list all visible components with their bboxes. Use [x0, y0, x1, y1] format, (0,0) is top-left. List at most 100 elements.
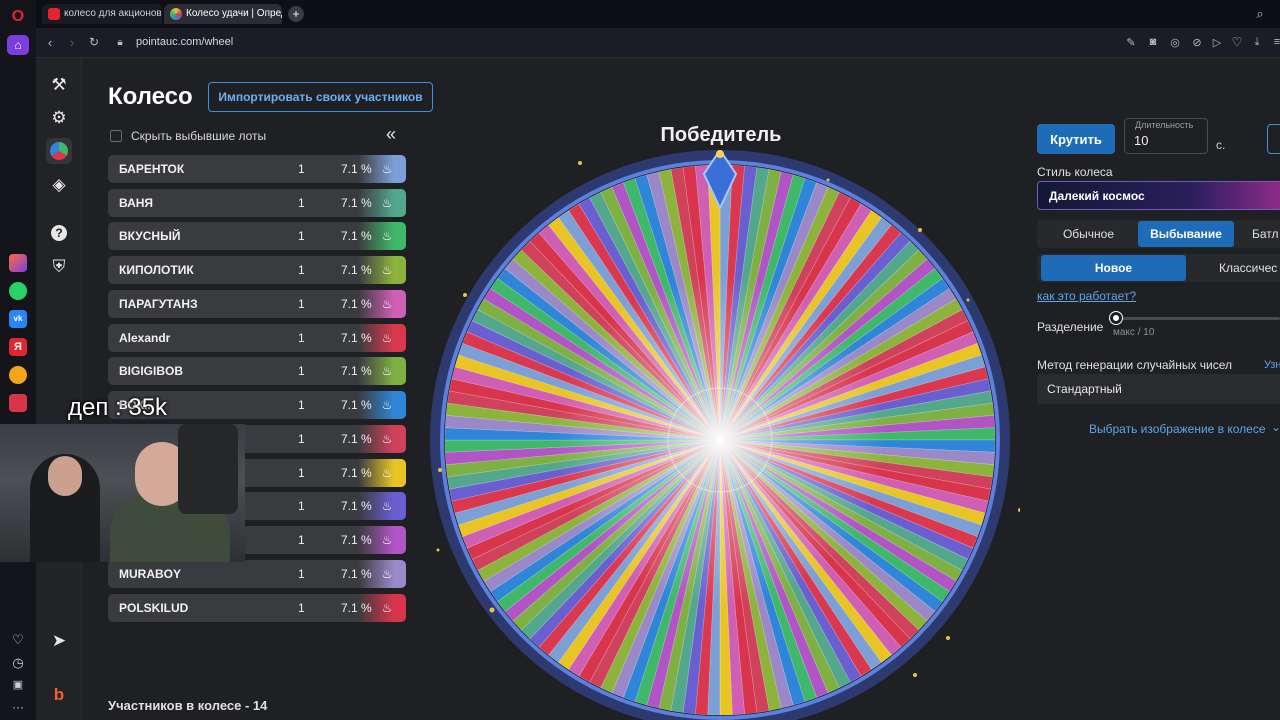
lightbulb-icon[interactable]: ♨	[379, 330, 395, 346]
participant-row[interactable]: BIGIGIBOB 1 7.1 % ♨	[108, 357, 406, 385]
extension-icon[interactable]: ▣	[10, 678, 26, 694]
lightbulb-icon[interactable]: ♨	[379, 397, 395, 413]
vpn-icon[interactable]: ⊘	[1190, 35, 1204, 49]
participant-row[interactable]: ПАРАГУТАНЗ 1 7.1 % ♨	[108, 290, 406, 318]
subtab-classic[interactable]: Классичес	[1190, 255, 1280, 281]
lightbulb-icon[interactable]: ♨	[379, 600, 395, 616]
lightbulb-icon[interactable]: ♨	[379, 195, 395, 211]
more-icon[interactable]: ···	[10, 700, 26, 716]
lightbulb-icon[interactable]: ♨	[379, 465, 395, 481]
telegram-icon[interactable]: ➤	[46, 628, 72, 654]
participant-count: 1	[298, 499, 305, 513]
bookmark-heart-icon[interactable]: ♡	[1230, 35, 1244, 49]
browser-sidebar: O ⌂ vk Я ♡ ◷ ▣ ···	[0, 0, 36, 720]
participant-name: POLSKILUD	[119, 601, 189, 615]
shield-icon[interactable]: ⛨	[46, 254, 72, 280]
whatsapp-icon[interactable]	[9, 282, 27, 300]
participant-row[interactable]: КИПОЛОТИК 1 7.1 % ♨	[108, 256, 406, 284]
choose-image-link[interactable]: Выбрать изображение в колесе	[1089, 422, 1266, 436]
participant-percent: 7.1 %	[341, 567, 372, 581]
participant-percent: 7.1 %	[341, 398, 372, 412]
vk-icon[interactable]: vk	[9, 310, 27, 328]
rng-select[interactable]: Стандартный	[1037, 374, 1280, 404]
shield-check-icon[interactable]: ◎	[1168, 35, 1182, 49]
extra-button[interactable]	[1267, 124, 1280, 154]
opera-logo-icon[interactable]: O	[10, 8, 26, 26]
edit-icon[interactable]: ✎	[1124, 35, 1138, 49]
subtab-new[interactable]: Новое	[1041, 255, 1186, 281]
yandex-icon[interactable]: Я	[9, 338, 27, 356]
app-icon[interactable]	[9, 394, 27, 412]
address-bar[interactable]: pointauc.com/wheel	[136, 36, 233, 48]
layers-icon[interactable]: ◈	[46, 172, 72, 198]
participant-percent: 7.1 %	[341, 499, 372, 513]
back-icon[interactable]: ‹	[42, 34, 58, 50]
participant-count: 1	[298, 331, 305, 345]
participant-count: 1	[298, 364, 305, 378]
split-slider-thumb[interactable]	[1110, 312, 1122, 324]
lightbulb-icon[interactable]: ♨	[379, 363, 395, 379]
lightbulb-icon[interactable]: ♨	[379, 262, 395, 278]
participant-row[interactable]: Alexandr 1 7.1 % ♨	[108, 324, 406, 352]
mode-tab-elimination[interactable]: Выбывание	[1138, 221, 1234, 247]
participant-name: КИПОЛОТИК	[119, 263, 194, 277]
how-it-works-link[interactable]: как это работает?	[1037, 289, 1136, 303]
lock-icon: 🔒︎	[117, 36, 123, 48]
boosty-icon[interactable]: b	[46, 682, 72, 708]
lightbulb-icon[interactable]: ♨	[379, 498, 395, 514]
lightbulb-icon[interactable]: ♨	[379, 228, 395, 244]
help-icon[interactable]: ?	[46, 220, 72, 246]
search-tabs-icon[interactable]: ⌕	[1252, 6, 1268, 22]
settings-gear-icon[interactable]: ⚙	[46, 105, 72, 131]
hide-eliminated-label: Скрыть выбывшие лоты	[131, 129, 267, 143]
new-tab-icon[interactable]: +	[288, 6, 304, 22]
spin-button[interactable]: Крутить	[1037, 124, 1115, 154]
download-icon[interactable]: ⤓	[1250, 35, 1264, 49]
participant-percent: 7.1 %	[341, 297, 372, 311]
mail-icon[interactable]	[9, 366, 27, 384]
duration-field[interactable]: Длительность 10	[1124, 118, 1208, 154]
wheel-favicon-icon	[170, 8, 182, 20]
heart-icon[interactable]: ♡	[10, 632, 26, 648]
participant-percent: 7.1 %	[341, 533, 372, 547]
wheel-style-label: Стиль колеса	[1037, 165, 1113, 179]
tab-bar: колесо для акционов ко Колесо удачи | Оп…	[36, 0, 1280, 28]
import-participants-button[interactable]: Импортировать своих участников	[208, 82, 433, 112]
participant-percent: 7.1 %	[341, 364, 372, 378]
lightbulb-icon[interactable]: ♨	[379, 296, 395, 312]
mode-tab-normal[interactable]: Обычное	[1041, 221, 1136, 247]
hide-eliminated-checkbox[interactable]	[110, 130, 122, 142]
participant-row[interactable]: ВАНЯ 1 7.1 % ♨	[108, 189, 406, 217]
participant-row[interactable]: POLSKILUD 1 7.1 % ♨	[108, 594, 406, 622]
collapse-list-button[interactable]: «	[386, 124, 396, 145]
participant-row[interactable]: ВКУСНЫЙ 1 7.1 % ♨	[108, 222, 406, 250]
participant-row[interactable]: MURABOY 1 7.1 % ♨	[108, 560, 406, 588]
tab-2[interactable]: Колесо удачи | Определ	[164, 4, 282, 24]
aria-icon[interactable]	[9, 254, 27, 272]
auction-hammer-icon[interactable]: ⚒	[46, 72, 72, 98]
tab-1[interactable]: колесо для акционов ко	[42, 4, 162, 24]
mode-tab-battle[interactable]: Батл	[1236, 221, 1280, 247]
wheel-style-select[interactable]: Далекий космос	[1037, 181, 1280, 210]
chevron-down-icon[interactable]: ⌄	[1271, 420, 1280, 434]
home-icon[interactable]: ⌂	[7, 35, 29, 55]
webcam-feed	[0, 424, 245, 562]
lightbulb-icon[interactable]: ♨	[379, 532, 395, 548]
participant-count: 1	[298, 567, 305, 581]
camera-icon[interactable]: ◙	[1146, 35, 1160, 49]
reload-icon[interactable]: ↻	[86, 34, 102, 50]
rng-learn-link[interactable]: Узн	[1264, 359, 1280, 371]
menu-icon[interactable]: ≡	[1270, 35, 1280, 49]
lightbulb-icon[interactable]: ♨	[379, 161, 395, 177]
wheel-nav-icon[interactable]	[46, 138, 72, 164]
lightbulb-icon[interactable]: ♨	[379, 566, 395, 582]
play-icon[interactable]: ▷	[1210, 35, 1224, 49]
lightbulb-icon[interactable]: ♨	[379, 431, 395, 447]
participant-row[interactable]: БАРЕНТОК 1 7.1 % ♨	[108, 155, 406, 183]
history-icon[interactable]: ◷	[10, 655, 26, 671]
participant-name: BIGIGIBOB	[119, 364, 184, 378]
forward-icon[interactable]: ›	[64, 34, 80, 50]
fortune-wheel[interactable]	[420, 150, 1020, 720]
stream-overlay-text: деп : 35k	[68, 394, 168, 421]
rng-value: Стандартный	[1047, 382, 1122, 396]
